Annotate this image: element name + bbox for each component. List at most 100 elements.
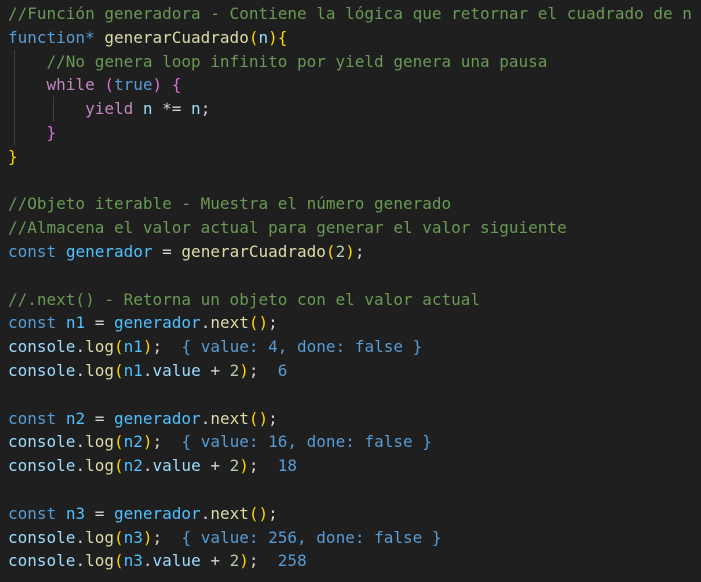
code-token: log [85, 527, 114, 547]
code-token: } [8, 146, 18, 166]
code-token: n [191, 99, 201, 119]
code-line[interactable]: console.log(n3.value + 2); 258 [0, 549, 701, 573]
code-token: *= [152, 99, 192, 119]
code-token: ( [113, 456, 124, 476]
code-token: . [200, 313, 211, 333]
code-token: const [8, 408, 57, 428]
code-token: log [85, 337, 114, 357]
code-token: ; [248, 456, 278, 476]
code-token: () [248, 408, 269, 428]
code-token: ; [354, 241, 365, 261]
code-token: . [75, 456, 86, 476]
code-token: console [8, 337, 76, 357]
code-token: { value: 4, done: false } [181, 337, 423, 357]
code-line[interactable]: console.log(n1); { value: 4, done: false… [0, 335, 701, 359]
code-token: . [142, 360, 153, 380]
code-token: ) [142, 432, 153, 452]
code-token: n1 [65, 313, 86, 333]
code-token: while [46, 75, 95, 95]
code-token: //Almacena el valor actual para generar … [8, 218, 567, 238]
code-line[interactable]: console.log(n2); { value: 16, done: fals… [0, 430, 701, 454]
code-token: . [142, 456, 153, 476]
code-token: n3 [65, 503, 86, 523]
code-token: generarCuadrado [181, 241, 326, 261]
code-line[interactable]: yield n *= n; [0, 97, 701, 121]
code-token: ) [239, 551, 249, 571]
code-line[interactable]: const n2 = generador.next(); [0, 407, 701, 431]
code-token: n2 [65, 408, 86, 428]
code-token: function [8, 27, 86, 47]
code-token: generador [113, 313, 201, 333]
code-token: ; [152, 527, 182, 547]
code-token: yield [85, 99, 134, 119]
code-line[interactable] [0, 264, 701, 288]
code-line[interactable]: //Objeto iterable - Muestra el número ge… [0, 192, 701, 216]
code-token: const [8, 313, 57, 333]
code-token: { value: 256, done: false } [181, 527, 442, 547]
code-token: . [75, 337, 86, 357]
code-token: ( [113, 360, 124, 380]
code-line[interactable] [0, 169, 701, 193]
indent-guide [53, 97, 54, 121]
code-token: //Objeto iterable - Muestra el número ge… [8, 194, 452, 214]
code-token: n1 [123, 360, 143, 380]
code-token: n1 [123, 337, 143, 357]
code-line[interactable]: const generador = generarCuadrado(2); [0, 240, 701, 264]
code-token: 2 [229, 456, 240, 476]
code-line[interactable]: //Almacena el valor actual para generar … [0, 216, 701, 240]
code-token: ; [200, 99, 211, 119]
code-token: ; [248, 551, 278, 571]
code-token: //No genera loop infinito por yield gene… [46, 51, 548, 71]
code-token: . [200, 503, 211, 523]
code-token: n3 [123, 551, 143, 571]
code-token: 2 [229, 360, 240, 380]
code-token: value [152, 551, 201, 571]
code-line[interactable]: console.log(n1.value + 2); 6 [0, 359, 701, 383]
code-token: . [200, 408, 211, 428]
code-token: n [258, 27, 269, 47]
code-token: ( [113, 527, 124, 547]
code-line[interactable]: console.log(n2.value + 2); 18 [0, 454, 701, 478]
code-token: console [8, 456, 76, 476]
code-line[interactable]: while (true) { [0, 73, 701, 98]
code-line[interactable]: } [0, 145, 701, 169]
indent-guide [14, 97, 15, 121]
code-token: true [113, 75, 153, 95]
code-token: { [171, 75, 182, 95]
code-token: 6 [277, 360, 288, 380]
code-token: n [142, 99, 153, 119]
code-token: value [152, 456, 201, 476]
code-line[interactable]: const n1 = generador.next(); [0, 311, 701, 335]
code-line[interactable]: console.log(n3); { value: 256, done: fal… [0, 526, 701, 550]
code-token: ; [268, 408, 278, 428]
code-token: ; [248, 360, 278, 380]
code-token: 2 [229, 551, 240, 571]
code-token: next [210, 408, 249, 428]
code-line[interactable]: } [0, 120, 701, 145]
code-token: log [85, 360, 114, 380]
code-token: next [210, 313, 249, 333]
code-token: ( [113, 337, 124, 357]
code-line[interactable] [0, 478, 701, 502]
code-line[interactable]: //.next() - Retorna un objeto con el val… [0, 288, 701, 312]
code-token: * [85, 27, 105, 47]
code-editor[interactable]: //Función generadora - Contiene la lógic… [0, 2, 701, 582]
code-token: n2 [123, 456, 143, 476]
code-token: 258 [277, 551, 307, 571]
code-token: log [85, 456, 114, 476]
code-token: next [210, 503, 249, 523]
code-token: generador [113, 503, 201, 523]
code-token: { [277, 27, 288, 47]
code-token: ; [268, 503, 278, 523]
code-line[interactable]: //No genera loop infinito por yield gene… [0, 49, 701, 74]
code-line[interactable]: //Función generadora - Contiene la lógic… [0, 2, 701, 26]
code-token: ( [104, 75, 114, 95]
code-token: log [85, 432, 114, 452]
code-line[interactable]: function* generarCuadrado(n){ [0, 26, 701, 50]
code-line[interactable]: const n3 = generador.next(); [0, 502, 701, 526]
code-line[interactable] [0, 383, 701, 407]
